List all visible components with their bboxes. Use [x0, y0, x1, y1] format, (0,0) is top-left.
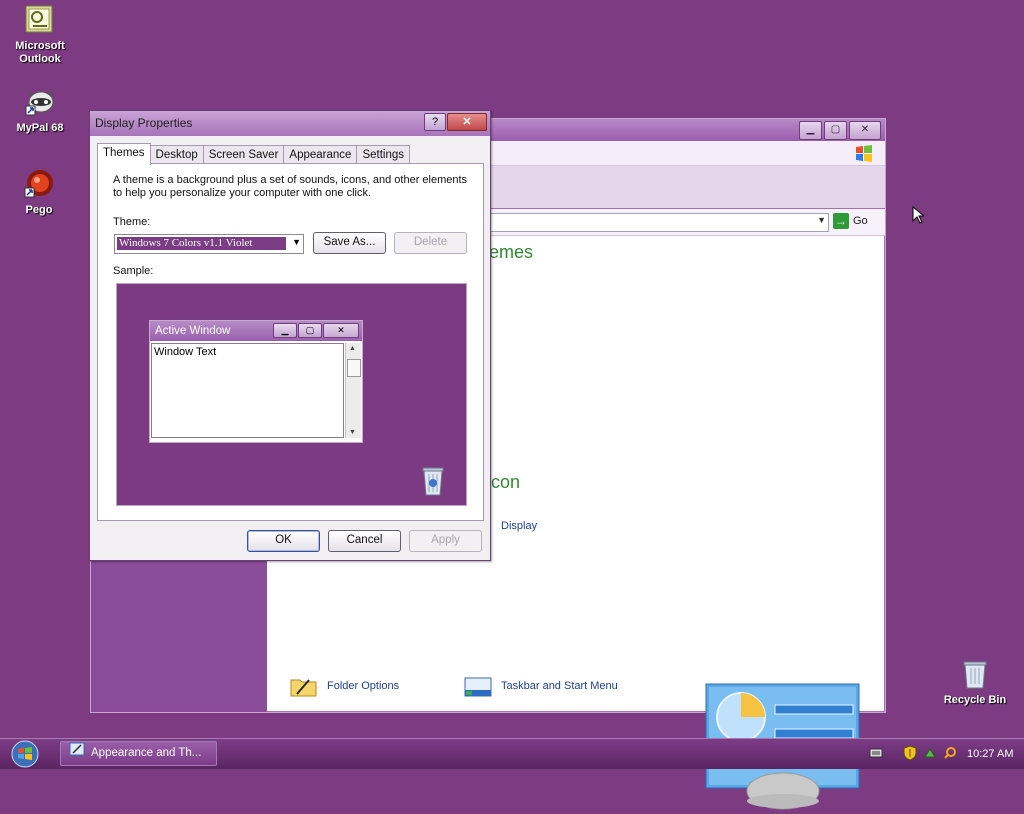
close-button[interactable]: ✕	[849, 121, 881, 140]
start-button[interactable]	[6, 740, 44, 768]
theme-dropdown[interactable]: Windows 7 Colors v1.1 Violet ▼	[114, 234, 304, 254]
minimize-icon: ▁	[273, 323, 297, 338]
scroll-down-icon: ▼	[349, 429, 356, 436]
tab-desktop[interactable]: Desktop	[149, 145, 204, 164]
sample-window-titlebar: Active Window ▁ ▢ ✕	[150, 321, 362, 341]
system-tray: 10:27 AM	[859, 739, 1024, 769]
tab-themes[interactable]: Themes	[97, 143, 151, 165]
taskbar: Appearance and Th... 10:27 AM	[0, 738, 1024, 769]
theme-sample-preview: Active Window ▁ ▢ ✕ Window Text ▲ ▼	[116, 283, 467, 506]
network-icon[interactable]	[923, 745, 937, 764]
cancel-button[interactable]: Cancel	[328, 530, 401, 552]
go-label: Go	[853, 215, 868, 227]
save-as-button[interactable]: Save As...	[313, 232, 386, 254]
taskbar-item-label: Appearance and Th...	[91, 747, 202, 759]
link-display-label: Display	[501, 520, 538, 532]
control-panel-icon	[69, 741, 85, 767]
windows-flag-icon	[856, 145, 872, 162]
search-icon[interactable]	[943, 746, 957, 763]
theme-description: A theme is a background plus a set of so…	[113, 174, 468, 199]
link-folder-options-label: Folder Options	[327, 680, 400, 692]
sample-window-title: Active Window	[155, 325, 231, 337]
scroll-thumb	[347, 359, 361, 377]
link-taskbar-label: Taskbar and Start Menu	[501, 680, 618, 692]
desktop-icon-label: MyPal 68	[16, 122, 64, 134]
section-heading-themes: emes	[489, 242, 534, 262]
raccoon-icon	[24, 86, 56, 118]
themes-tab-panel: A theme is a background plus a set of so…	[97, 163, 484, 521]
sample-label: Sample:	[113, 265, 154, 277]
pego-icon	[23, 168, 55, 200]
recycle-bin-icon	[420, 465, 446, 497]
go-button[interactable]: → Go	[833, 213, 868, 229]
theme-label: Theme:	[113, 216, 151, 228]
tab-screen-saver[interactable]: Screen Saver	[202, 145, 285, 164]
folder-icon	[289, 674, 319, 698]
desktop-icon-label: Recycle Bin	[943, 694, 1007, 706]
desktop-icon-label: Pego	[25, 204, 53, 216]
maximize-button[interactable]: ▢	[824, 121, 847, 140]
tab-strip: Themes Desktop Screen Saver Appearance S…	[97, 143, 411, 165]
outlook-icon	[24, 4, 56, 36]
clock[interactable]: 10:27 AM	[967, 748, 1013, 760]
desktop-icon-pego[interactable]: Pego	[0, 168, 79, 217]
recycle-bin-icon	[959, 658, 991, 690]
scroll-up-icon: ▲	[349, 345, 356, 352]
apply-button[interactable]: Apply	[409, 530, 482, 552]
chevron-down-icon[interactable]: ▼	[292, 237, 301, 247]
desktop-icon-label: Microsoft Outlook	[15, 40, 65, 65]
security-shield-icon[interactable]	[903, 744, 917, 764]
close-button[interactable]: ✕	[447, 113, 487, 131]
close-icon: ✕	[323, 323, 359, 338]
tab-settings[interactable]: Settings	[356, 145, 411, 164]
minimize-button[interactable]: ▁	[799, 121, 822, 140]
mouse-cursor-icon	[912, 205, 926, 224]
link-taskbar-start-menu[interactable]: Taskbar and Start Menu	[463, 674, 618, 698]
go-arrow-icon: →	[833, 213, 849, 229]
delete-button[interactable]: Delete	[394, 232, 467, 254]
taskbar-item-appearance[interactable]: Appearance and Th...	[60, 741, 217, 766]
maximize-icon: ▢	[298, 323, 322, 338]
desktop-icon-outlook[interactable]: Microsoft Outlook	[0, 4, 80, 66]
sample-active-window: Active Window ▁ ▢ ✕ Window Text ▲ ▼	[149, 320, 363, 443]
theme-dropdown-value: Windows 7 Colors v1.1 Violet	[117, 237, 286, 250]
keyboard-icon[interactable]	[869, 748, 883, 761]
tab-appearance[interactable]: Appearance	[283, 145, 358, 164]
ok-button[interactable]: OK	[247, 530, 320, 552]
desktop-icon-recycle-bin[interactable]: Recycle Bin	[935, 658, 1015, 707]
chevron-down-icon[interactable]: ▼	[817, 215, 826, 225]
address-input[interactable]: ▼	[487, 213, 829, 232]
section-heading-icon: con	[491, 472, 521, 492]
desktop-icon-mypal[interactable]: MyPal 68	[0, 86, 80, 135]
link-folder-options[interactable]: Folder Options	[289, 674, 399, 698]
display-properties-dialog[interactable]: Display Properties ? ✕ Themes Desktop Sc…	[89, 110, 491, 561]
dialog-titlebar[interactable]: Display Properties ? ✕	[90, 111, 490, 136]
sample-scrollbar: ▲ ▼	[345, 343, 361, 438]
help-button[interactable]: ?	[424, 113, 446, 131]
dialog-title: Display Properties	[95, 116, 193, 130]
sample-window-text: Window Text	[151, 343, 344, 438]
taskbar-icon	[463, 674, 493, 698]
